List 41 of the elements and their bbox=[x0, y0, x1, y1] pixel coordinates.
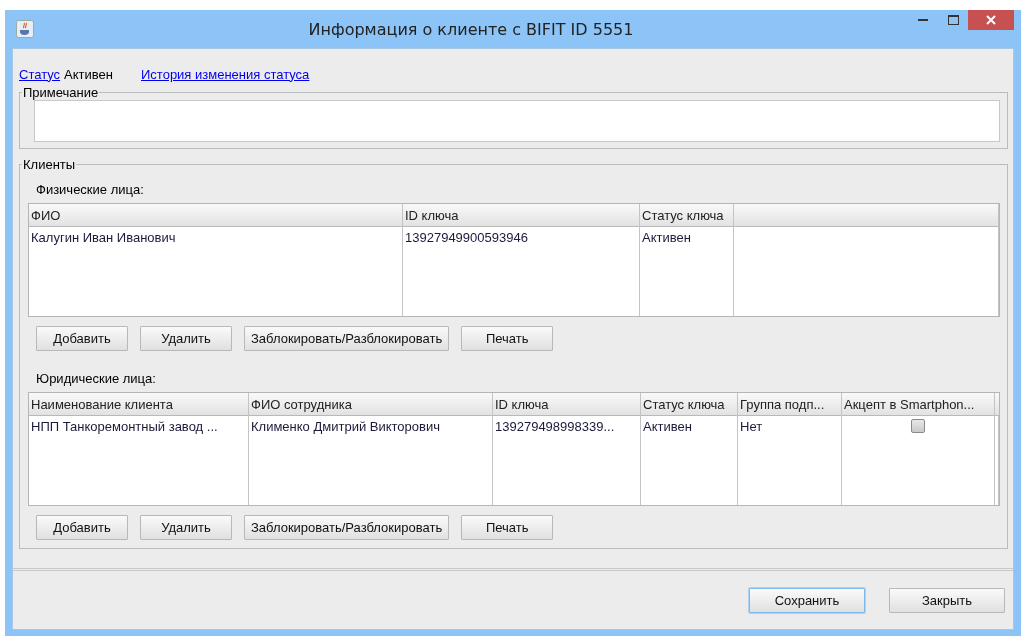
table-cell-text: Нет bbox=[739, 418, 764, 436]
action-button[interactable]: Добавить bbox=[36, 515, 128, 540]
group-title: Примечание bbox=[22, 85, 100, 100]
status-value: Активен bbox=[64, 66, 113, 82]
table-cell-text: Активен bbox=[642, 418, 693, 436]
table-cell-text: 139279498998339... bbox=[494, 418, 616, 436]
status-link[interactable]: Статус bbox=[19, 66, 61, 82]
table-cell-text: Клименко Дмитрий Викторович bbox=[250, 418, 441, 436]
close-button[interactable] bbox=[968, 10, 1014, 30]
table-cell-text: Калугин Иван Иванович bbox=[30, 229, 177, 247]
section-label: Физические лица: bbox=[36, 182, 145, 197]
maximize-icon bbox=[947, 15, 959, 25]
action-button[interactable]: Печать bbox=[461, 515, 554, 540]
checkbox[interactable] bbox=[911, 419, 925, 433]
column-header[interactable]: Наименование клиента bbox=[29, 393, 248, 416]
minimize-icon bbox=[918, 19, 928, 21]
column-header[interactable]: ID ключа bbox=[403, 204, 639, 227]
action-button[interactable]: Заблокировать/Разблокировать bbox=[244, 515, 450, 540]
java-cup-icon bbox=[16, 20, 34, 38]
table-cell-text: Активен bbox=[641, 229, 692, 247]
action-button[interactable]: Удалить bbox=[140, 326, 232, 351]
window-title: Информация о клиенте с BIFIT ID 5551 bbox=[307, 19, 635, 39]
group-title: Клиенты bbox=[22, 157, 77, 172]
column-header[interactable]: ID ключа bbox=[493, 393, 640, 416]
column-header[interactable]: Статус ключа bbox=[641, 393, 737, 416]
column-header[interactable]: Группа подп... bbox=[738, 393, 841, 416]
column-header[interactable]: Акцепт в Smartphon... bbox=[842, 393, 994, 416]
section-label: Юридические лица: bbox=[36, 371, 157, 386]
status-history-link[interactable]: История изменения статуса bbox=[141, 66, 310, 82]
action-button[interactable]: Добавить bbox=[36, 326, 128, 351]
action-button[interactable]: Заблокировать/Разблокировать bbox=[244, 326, 450, 351]
table-cell-text: НПП Танкоремонтный завод ... bbox=[30, 418, 219, 436]
column-header[interactable]: Статус ключа bbox=[640, 204, 733, 227]
dialog-button[interactable]: Закрыть bbox=[889, 587, 1005, 613]
table-cell-text: 13927949900593946 bbox=[404, 229, 529, 247]
column-header[interactable]: ФИО bbox=[29, 204, 402, 227]
close-icon bbox=[986, 15, 996, 25]
action-button[interactable]: Печать bbox=[461, 326, 554, 351]
column-header[interactable]: ФИО сотрудника bbox=[249, 393, 492, 416]
dialog-button[interactable]: Сохранить bbox=[749, 587, 865, 613]
action-button[interactable]: Удалить bbox=[140, 515, 232, 540]
